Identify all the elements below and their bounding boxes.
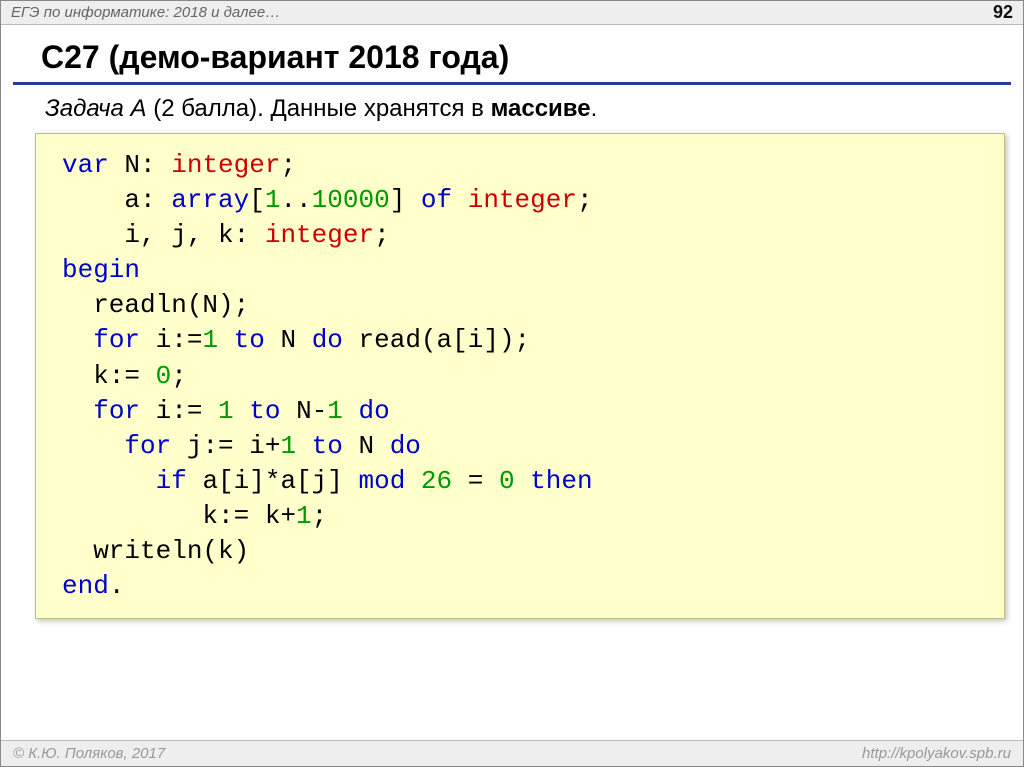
code-line: a: array[1..10000] of integer; [62, 183, 988, 218]
code-line: for i:=1 to N do read(a[i]); [62, 323, 988, 358]
code-line: i, j, k: integer; [62, 218, 988, 253]
code-line: if a[i]*a[j] mod 26 = 0 then [62, 464, 988, 499]
page-title: C27 (демо-вариант 2018 года) [1, 25, 1023, 82]
code-line: for j:= i+1 to N do [62, 429, 988, 464]
task-points: (2 балла). [153, 95, 270, 122]
code-line: begin [62, 253, 988, 288]
slide: ЕГЭ по информатике: 2018 и далее… 92 C27… [0, 0, 1024, 767]
title-rule [13, 82, 1011, 85]
footer-bar: © К.Ю. Поляков, 2017 http://kpolyakov.sp… [1, 740, 1023, 766]
footer-url: http://kpolyakov.spb.ru [862, 745, 1011, 762]
footer-copyright: © К.Ю. Поляков, 2017 [13, 745, 165, 762]
code-line: writeln(k) [62, 534, 988, 569]
code-line: k:= 0; [62, 359, 988, 394]
code-line: readln(N); [62, 288, 988, 323]
task-suffix: . [591, 95, 598, 122]
code-line: var N: integer; [62, 148, 988, 183]
code-line: for i:= 1 to N-1 do [62, 394, 988, 429]
code-line: k:= k+1; [62, 499, 988, 534]
task-bold: массиве [491, 95, 591, 122]
code-line: end. [62, 569, 988, 604]
page-number: 92 [993, 2, 1013, 23]
task-text: Данные хранятся в [270, 95, 490, 122]
header-bar: ЕГЭ по информатике: 2018 и далее… 92 [1, 1, 1023, 25]
code-block: var N: integer; a: array[1..10000] of in… [35, 133, 1005, 619]
header-subject: ЕГЭ по информатике: 2018 и далее… [11, 4, 993, 21]
task-label: Задача А [45, 95, 147, 122]
task-line: Задача А (2 балла). Данные хранятся в ма… [1, 93, 1023, 133]
